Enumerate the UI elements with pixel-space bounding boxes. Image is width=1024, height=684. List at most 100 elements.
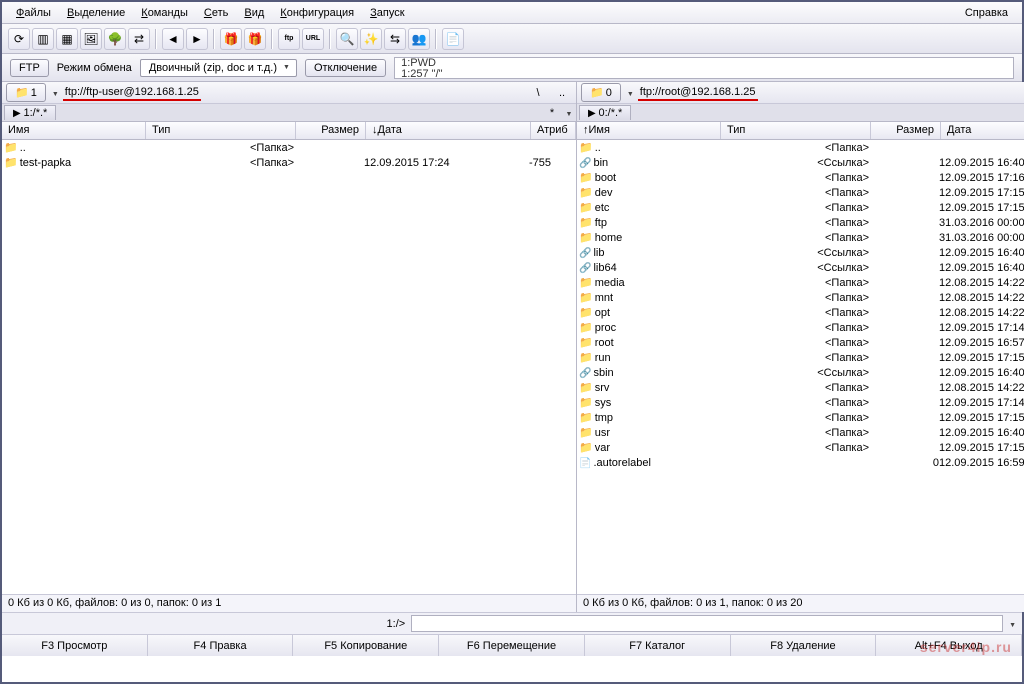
left-drive-dropdown[interactable] [50,87,59,99]
disconnect-button[interactable]: Отключение [305,59,386,77]
menu-Запуск[interactable]: Запуск [362,5,412,21]
file-name: root [595,337,614,349]
file-row[interactable]: sbin<Ссылка>12.09.2015 16:40L777 [577,365,1024,380]
right-drive-dropdown[interactable] [625,87,634,99]
refresh-icon[interactable]: ⟳ [8,28,30,50]
file-row[interactable]: bin<Ссылка>12.09.2015 16:40L777 [577,155,1024,170]
file-row[interactable]: tmp<Папка>12.09.2015 17:15S777 [577,410,1024,425]
file-name: home [595,232,623,244]
file-row[interactable]: test-papka<Папка>12.09.2015 17:24-755 [2,155,576,170]
cmdline-history[interactable] [1007,618,1016,630]
hdr-date[interactable]: ↓Дата [366,122,531,139]
menu-Файлы[interactable]: Файлы [8,5,59,21]
file-row[interactable]: root<Папка>12.09.2015 16:57-550 [577,335,1024,350]
file-row[interactable]: usr<Папка>12.09.2015 16:40-755 [577,425,1024,440]
hdr-name[interactable]: ↑Имя [577,122,721,139]
menu-Вид[interactable]: Вид [236,5,272,21]
fnkey[interactable]: F7 Каталог [585,635,731,656]
layout-1-icon[interactable]: ▥ [32,28,54,50]
tree-icon[interactable]: 🌳 [104,28,126,50]
menu-Сеть[interactable]: Сеть [196,5,236,21]
file-type: <Папка> [719,397,869,409]
hdr-date[interactable]: Дата [941,122,1024,139]
fnkey[interactable]: Alt+F4 Выход [876,635,1022,656]
file-row[interactable]: boot<Папка>12.09.2015 17:16-555 [577,170,1024,185]
file-row[interactable]: var<Папка>12.09.2015 17:15-755 [577,440,1024,455]
swap-icon[interactable]: ⇄ [128,28,150,50]
fnkey[interactable]: F4 Правка [148,635,294,656]
file-date: 12.09.2015 16:40 [939,427,1024,439]
notepad-icon[interactable]: 📄 [442,28,464,50]
menu-Команды[interactable]: Команды [133,5,196,21]
file-row[interactable]: lib<Ссылка>12.09.2015 16:40L777 [577,245,1024,260]
layout-2-icon[interactable]: ▦ [56,28,78,50]
file-row[interactable]: etc<Папка>12.09.2015 17:15-755 [577,200,1024,215]
left-tab[interactable]: ▶ 1:/*.* [4,105,56,120]
right-header: ↑Имя Тип Размер Дата Атриб [577,122,1024,140]
left-up[interactable]: .. [552,87,572,99]
fnkey[interactable]: F5 Копирование [293,635,439,656]
file-row[interactable]: dev<Папка>12.09.2015 17:15-755 [577,185,1024,200]
hdr-size[interactable]: Размер [871,122,941,139]
wand-icon[interactable]: ✨ [360,28,382,50]
menu-help[interactable]: Справка [957,5,1016,21]
log-line: 1:257 "/" [401,69,1007,80]
folder-icon [579,306,593,319]
file-row[interactable]: ftp<Папка>31.03.2016 00:00-777 [577,215,1024,230]
file-date: 12.08.2015 14:22 [939,307,1024,319]
right-path[interactable]: ftp://root@192.168.1.25 [638,85,758,101]
gift-red-icon[interactable]: 🎁 [220,28,242,50]
file-date: 12.09.2015 16:57 [939,337,1024,349]
file-row[interactable]: srv<Папка>12.08.2015 14:22-755 [577,380,1024,395]
fnkey[interactable]: F8 Удаление [731,635,877,656]
menu-Выделение[interactable]: Выделение [59,5,133,21]
left-history[interactable] [560,107,576,119]
compare-icon[interactable]: ⇆ [384,28,406,50]
users-icon[interactable]: 👥 [408,28,430,50]
file-row[interactable]: media<Папка>12.08.2015 14:22-755 [577,275,1024,290]
fnkey[interactable]: F3 Просмотр [2,635,148,656]
picture-icon[interactable]: 🖼 [80,28,102,50]
file-date: 12.09.2015 16:59 [939,457,1024,469]
file-name: mnt [595,292,613,304]
menu-Конфигурация[interactable]: Конфигурация [272,5,362,21]
folder-icon [579,186,593,199]
cmdline-input[interactable] [411,615,1003,632]
hdr-size[interactable]: Размер [296,122,366,139]
arrow-right-icon[interactable]: ► [186,28,208,50]
ftp-icon[interactable]: ftp [278,28,300,50]
file-type: <Папка> [719,292,869,304]
right-drive[interactable]: 📁0 [581,83,621,102]
file-row[interactable]: opt<Папка>12.08.2015 14:22-755 [577,305,1024,320]
file-row[interactable]: run<Папка>12.09.2015 17:15-755 [577,350,1024,365]
file-row[interactable]: proc<Папка>12.09.2015 17:14-555 [577,320,1024,335]
gift-icon[interactable]: 🎁 [244,28,266,50]
file-type: <Папка> [719,307,869,319]
hdr-attr[interactable]: Атриб [531,122,576,139]
left-path[interactable]: ftp://ftp-user@192.168.1.25 [63,85,201,101]
left-drive[interactable]: 📁1 [6,83,46,102]
file-row[interactable]: ..<Папка> [577,140,1024,155]
file-row[interactable]: .autorelabel012.09.2015 16:59-644 [577,455,1024,470]
folder-icon [4,156,18,169]
arrow-left-icon[interactable]: ◄ [162,28,184,50]
fnkey[interactable]: F6 Перемещение [439,635,585,656]
file-row[interactable]: home<Папка>31.03.2016 00:00-755 [577,230,1024,245]
file-row[interactable]: lib64<Ссылка>12.09.2015 16:40L777 [577,260,1024,275]
right-filelist[interactable]: ..<Папка>bin<Ссылка>12.09.2015 16:40L777… [577,140,1024,594]
url-icon[interactable]: URL [302,28,324,50]
hdr-name[interactable]: Имя [2,122,146,139]
file-row[interactable]: ..<Папка> [2,140,576,155]
right-tab[interactable]: ▶ 0:/*.* [579,105,631,120]
fnkey-bar: F3 ПросмотрF4 ПравкаF5 КопированиеF6 Пер… [2,634,1022,656]
left-fav[interactable]: * [544,107,560,119]
ftp-button[interactable]: FTP [10,59,49,77]
left-filelist[interactable]: ..<Папка>test-papka<Папка>12.09.2015 17:… [2,140,576,594]
file-row[interactable]: sys<Папка>12.09.2015 17:14-555 [577,395,1024,410]
hdr-type[interactable]: Тип [146,122,296,139]
binoculars-icon[interactable]: 🔍 [336,28,358,50]
left-root[interactable]: \ [528,87,548,99]
mode-select[interactable]: Двоичный (zip, doc и т.д.) [140,59,297,77]
file-row[interactable]: mnt<Папка>12.08.2015 14:22-755 [577,290,1024,305]
hdr-type[interactable]: Тип [721,122,871,139]
